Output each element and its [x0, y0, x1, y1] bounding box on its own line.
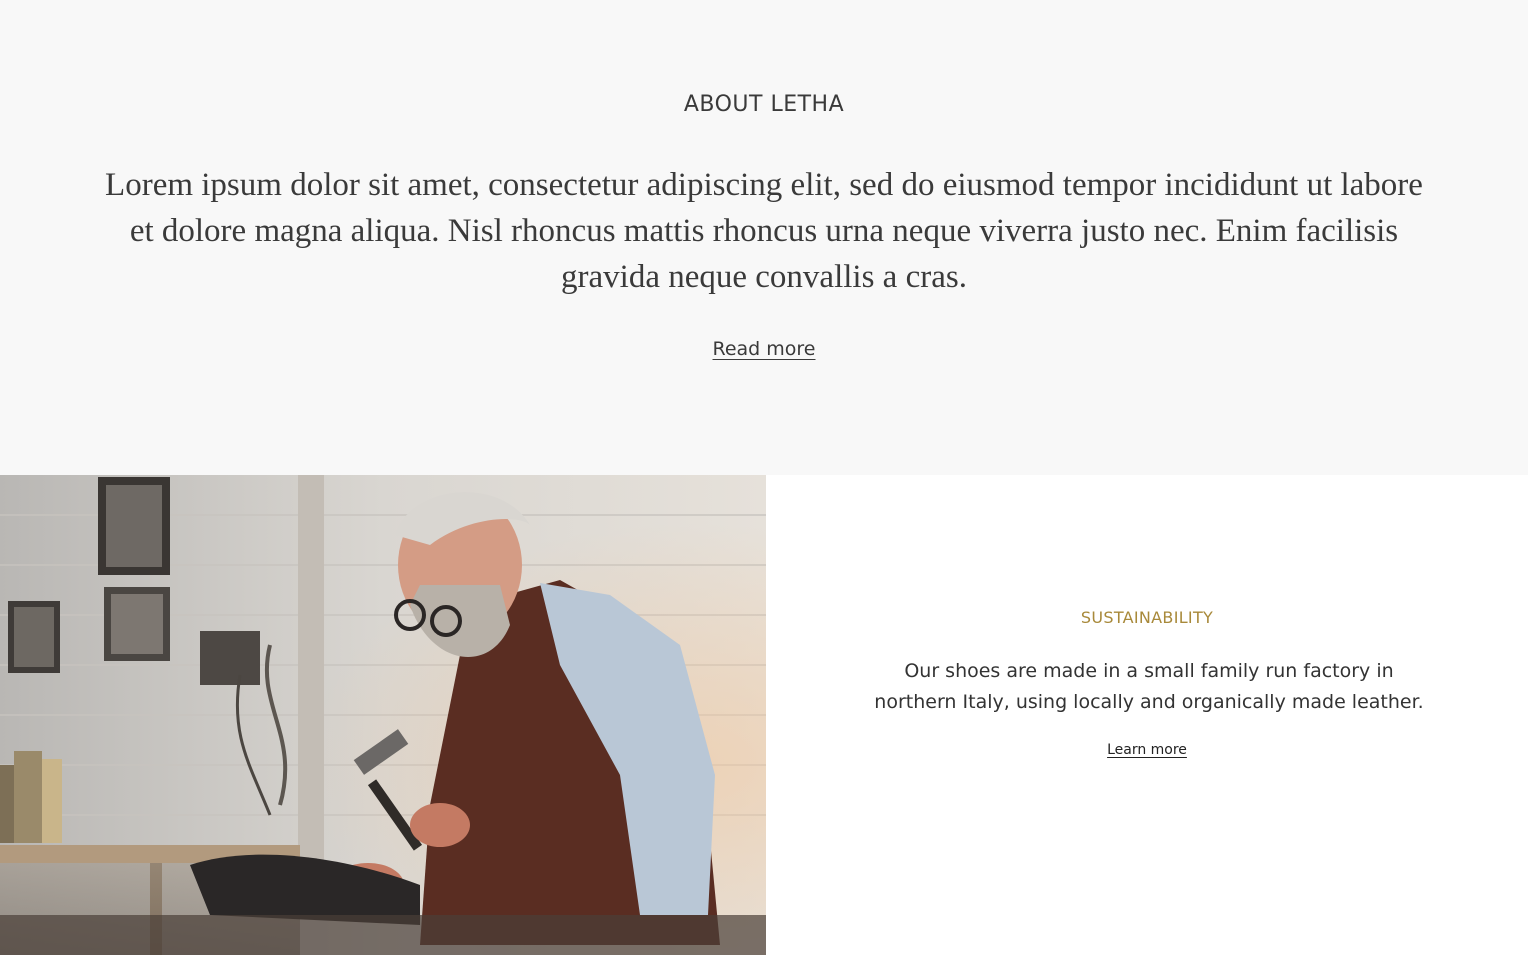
sustainability-panel: SUSTAINABILITY Our shoes are made in a s…	[766, 475, 1528, 955]
sustainability-heading: SUSTAINABILITY	[1080, 608, 1214, 627]
read-more-link[interactable]: Read more	[713, 338, 816, 360]
sustainability-text: Our shoes are made in a small family run…	[874, 660, 1424, 713]
about-section: ABOUT LETHA Lorem ipsum dolor sit amet, …	[0, 0, 1528, 475]
about-heading: ABOUT LETHA	[683, 92, 845, 117]
sustainability-section: SUSTAINABILITY Our shoes are made in a s…	[0, 475, 1528, 955]
about-body-text: Lorem ipsum dolor sit amet, consectetur …	[105, 167, 1423, 295]
learn-more-link[interactable]: Learn more	[1107, 742, 1187, 758]
shoemaker-photo	[0, 475, 766, 955]
